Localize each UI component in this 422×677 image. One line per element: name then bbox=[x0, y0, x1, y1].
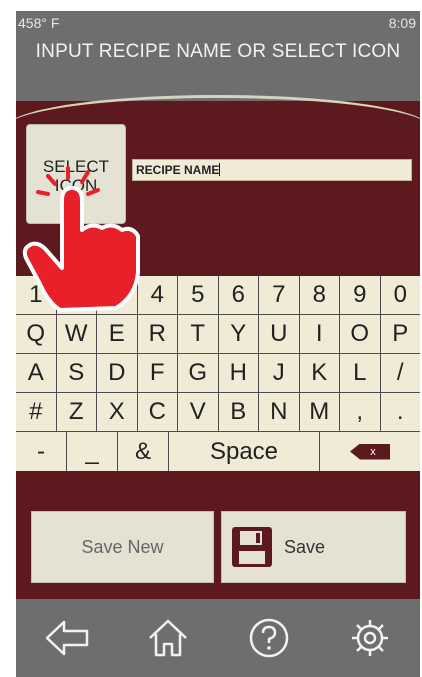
key-comma[interactable]: , bbox=[340, 393, 381, 431]
back-button[interactable] bbox=[41, 612, 93, 664]
key-a[interactable]: A bbox=[16, 354, 57, 392]
key-n[interactable]: N bbox=[259, 393, 300, 431]
key-z[interactable]: Z bbox=[57, 393, 97, 431]
key-underscore[interactable]: _ bbox=[67, 432, 118, 471]
key-q[interactable]: Q bbox=[16, 315, 57, 353]
home-button[interactable] bbox=[142, 612, 194, 664]
key-k[interactable]: K bbox=[300, 354, 340, 392]
recipe-name-input[interactable]: RECIPE NAME bbox=[132, 159, 412, 181]
clock: 8:09 bbox=[388, 15, 416, 31]
key-8[interactable]: 8 bbox=[300, 276, 340, 314]
key-ampersand[interactable]: & bbox=[118, 432, 169, 471]
key-slash[interactable]: / bbox=[381, 354, 421, 392]
key-w[interactable]: W bbox=[57, 315, 97, 353]
key-m[interactable]: M bbox=[300, 393, 340, 431]
key-7[interactable]: 7 bbox=[259, 276, 300, 314]
key-0[interactable]: 0 bbox=[381, 276, 421, 314]
key-c[interactable]: C bbox=[138, 393, 178, 431]
screen: 458° F 8:09 INPUT RECIPE NAME OR SELECT … bbox=[16, 11, 420, 677]
key-hash[interactable]: # bbox=[16, 393, 57, 431]
keyboard-row-qwerty: Q W E R T Y U I O P bbox=[16, 315, 420, 354]
key-u[interactable]: U bbox=[259, 315, 300, 353]
bottom-navigation bbox=[16, 599, 420, 677]
key-b[interactable]: B bbox=[219, 393, 259, 431]
keyboard-row-asdf: A S D F G H J K L / bbox=[16, 354, 420, 393]
key-e[interactable]: E bbox=[97, 315, 138, 353]
keyboard-row-bottom: - _ & Space x bbox=[16, 432, 420, 471]
help-button[interactable] bbox=[243, 612, 295, 664]
key-backspace[interactable]: x bbox=[320, 432, 420, 471]
page-title: INPUT RECIPE NAME OR SELECT ICON bbox=[35, 41, 401, 62]
key-5[interactable]: 5 bbox=[178, 276, 219, 314]
key-space[interactable]: Space bbox=[169, 432, 320, 471]
settings-button[interactable] bbox=[344, 612, 396, 664]
key-y[interactable]: Y bbox=[219, 315, 259, 353]
key-period[interactable]: . bbox=[381, 393, 421, 431]
key-r[interactable]: R bbox=[138, 315, 178, 353]
key-h[interactable]: H bbox=[219, 354, 259, 392]
key-f[interactable]: F bbox=[138, 354, 178, 392]
save-label: Save bbox=[284, 536, 326, 557]
key-t[interactable]: T bbox=[178, 315, 219, 353]
key-dash[interactable]: - bbox=[16, 432, 67, 471]
key-d[interactable]: D bbox=[97, 354, 138, 392]
key-6[interactable]: 6 bbox=[219, 276, 259, 314]
key-g[interactable]: G bbox=[178, 354, 219, 392]
home-icon bbox=[148, 619, 187, 657]
save-button[interactable]: Save bbox=[221, 511, 406, 583]
key-p[interactable]: P bbox=[381, 315, 421, 353]
floppy-disk-icon bbox=[232, 527, 272, 567]
settings-gear-icon bbox=[351, 620, 388, 656]
text-caret bbox=[219, 163, 221, 176]
back-arrow-icon bbox=[45, 620, 88, 656]
key-v[interactable]: V bbox=[178, 393, 219, 431]
help-icon bbox=[249, 618, 288, 658]
key-x[interactable]: X bbox=[97, 393, 138, 431]
save-new-label: Save New bbox=[81, 536, 164, 557]
key-i[interactable]: I bbox=[300, 315, 340, 353]
tap-hand-pointer-icon bbox=[22, 166, 140, 312]
backspace-glyph: x bbox=[370, 445, 376, 458]
key-9[interactable]: 9 bbox=[340, 276, 381, 314]
save-new-button[interactable]: Save New bbox=[31, 511, 214, 583]
keyboard-row-zxcv: # Z X C V B N M , . bbox=[16, 393, 420, 432]
key-s[interactable]: S bbox=[57, 354, 97, 392]
temperature-readout: 458° F bbox=[18, 15, 60, 31]
key-o[interactable]: O bbox=[340, 315, 381, 353]
backspace-icon: x bbox=[350, 443, 390, 460]
key-l[interactable]: L bbox=[340, 354, 381, 392]
key-j[interactable]: J bbox=[259, 354, 300, 392]
